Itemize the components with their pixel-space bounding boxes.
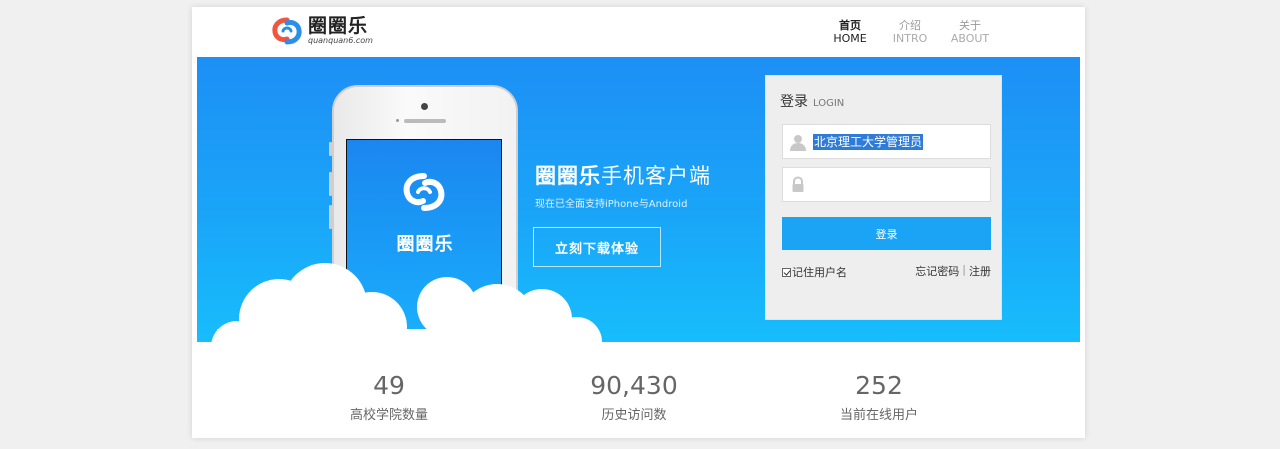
promo-title-rest: 手机客户端 [601, 164, 711, 188]
remember-label: 记住用户名 [792, 266, 847, 279]
nav-about-en: ABOUT [950, 32, 990, 45]
nav-intro-cn: 介绍 [899, 19, 921, 32]
nav-home-en: HOME [833, 32, 867, 45]
forgot-password-link[interactable]: 忘记密码 [915, 263, 959, 279]
header: 圈圈乐 quanquan6.com 首页 HOME 介绍 INTRO 关于 AB… [192, 7, 1085, 57]
username-value[interactable]: 北京理工大学管理员 [813, 134, 924, 150]
stat-label: 高校学院数量 [349, 408, 428, 423]
site-logo[interactable]: 圈圈乐 quanquan6.com [270, 16, 373, 48]
nav-about-cn: 关于 [959, 19, 981, 32]
user-icon [790, 135, 806, 151]
remember-username[interactable]: 记住用户名 [782, 264, 847, 280]
login-header: 登录 LOGIN [780, 91, 844, 111]
nav-home[interactable]: 首页 HOME [820, 19, 880, 45]
login-submit-button[interactable]: 登录 [782, 217, 991, 250]
nav-intro[interactable]: 介绍 INTRO [880, 19, 940, 45]
download-button[interactable]: 立刻下载体验 [533, 227, 661, 267]
remember-checkbox[interactable] [782, 267, 791, 277]
stat-label: 历史访问数 [601, 408, 667, 423]
nav-home-cn: 首页 [839, 19, 861, 32]
login-title-en: LOGIN [813, 98, 845, 109]
stat-visits: 90,430 历史访问数 [544, 371, 724, 424]
promo-subtitle: 现在已全面支持iPhone与Android [535, 199, 688, 210]
stat-value: 49 [373, 371, 405, 400]
stat-value: 252 [855, 371, 903, 400]
stats-bar: 49 高校学院数量 90,430 历史访问数 252 当前在线用户 [192, 372, 1085, 432]
login-links: 忘记密码 | 注册 [915, 263, 991, 279]
stat-online-users: 252 当前在线用户 [789, 371, 969, 424]
stat-colleges: 49 高校学院数量 [299, 371, 479, 424]
page-container: 圈圈乐 quanquan6.com 首页 HOME 介绍 INTRO 关于 AB… [192, 7, 1085, 438]
register-link[interactable]: 注册 [969, 263, 991, 279]
logo-title: 圈圈乐 [308, 15, 369, 37]
hero-banner: 圈圈乐 圈圈乐手机客户端 现在已全面支持iPhone与Android 立刻下载体… [197, 57, 1080, 342]
password-field[interactable] [782, 167, 991, 202]
username-field[interactable]: 北京理工大学管理员 [782, 124, 991, 159]
main-nav: 首页 HOME 介绍 INTRO 关于 ABOUT [820, 19, 1000, 45]
stat-value: 90,430 [590, 371, 678, 400]
stat-label: 当前在线用户 [839, 408, 918, 423]
logo-url: quanquan6.com [308, 36, 373, 45]
promo-title: 圈圈乐手机客户端 [535, 160, 711, 190]
login-title: 登录 [780, 94, 808, 110]
logo-swirl-icon [272, 17, 302, 45]
lock-icon [792, 176, 804, 192]
promo-title-brand: 圈圈乐 [535, 164, 601, 188]
nav-intro-en: INTRO [892, 32, 928, 45]
link-separator: | [962, 263, 966, 276]
login-panel: 登录 LOGIN 北京理工大学管理员 登录 记住用户名 忘记密码 | 注册 [765, 75, 1002, 320]
nav-about[interactable]: 关于 ABOUT [940, 19, 1000, 45]
